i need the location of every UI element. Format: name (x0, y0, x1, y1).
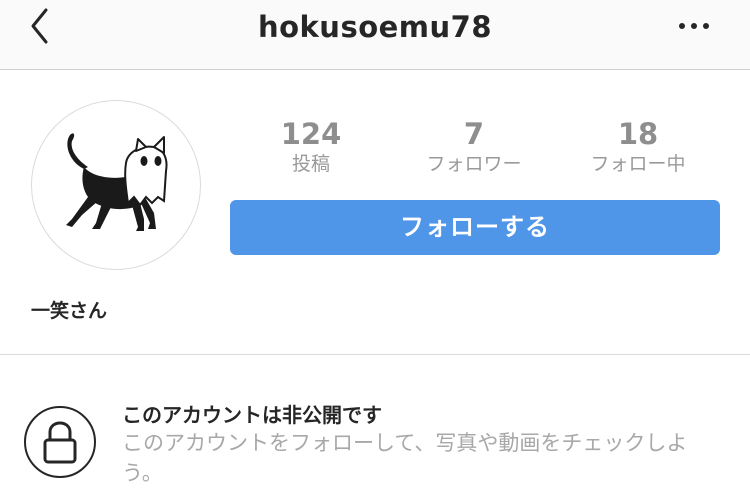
followers-count[interactable]: 7 フォロワー (404, 116, 544, 176)
ghost-cat-avatar-icon (66, 133, 168, 231)
section-divider (0, 354, 750, 355)
followers-count-value: 7 (463, 117, 485, 151)
following-count[interactable]: 18 フォロー中 (568, 116, 708, 176)
profile-username: hokusoemu78 (257, 10, 493, 44)
following-count-value: 18 (617, 117, 659, 151)
lock-icon (43, 421, 77, 464)
posts-count-value: 124 (280, 117, 342, 151)
followers-count-label: フォロワー (426, 153, 522, 175)
private-account-description: このアカウントをフォローして、写真や動画をチェックしよう。 (122, 431, 688, 485)
follow-button[interactable]: フォローする (230, 200, 720, 255)
more-options-button[interactable] (676, 16, 712, 36)
profile-display-name: 一笑さん (31, 300, 108, 322)
private-account-title: このアカウントは非公開です (122, 403, 382, 427)
posts-count: 124 投稿 (241, 116, 381, 176)
top-navigation-bar: hokusoemu78 (0, 0, 750, 70)
profile-avatar[interactable] (31, 100, 201, 270)
posts-count-label: 投稿 (291, 153, 330, 175)
more-horizontal-icon (679, 23, 709, 29)
following-count-label: フォロー中 (590, 153, 686, 175)
private-lock-badge (24, 406, 96, 478)
